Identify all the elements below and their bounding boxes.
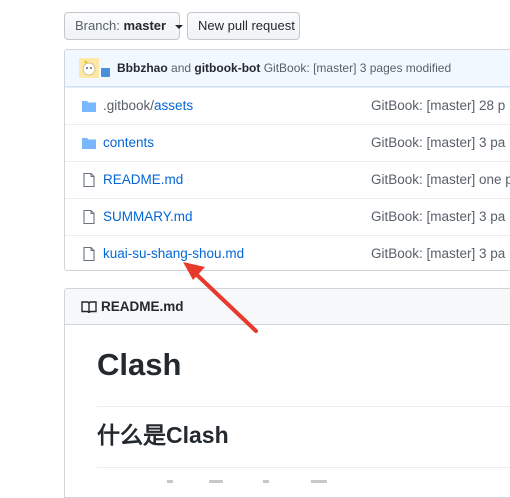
caret-down-icon xyxy=(174,24,183,29)
heading-divider xyxy=(97,406,510,407)
file-icon xyxy=(83,172,95,188)
user-avatar[interactable] xyxy=(79,58,99,78)
folder-icon xyxy=(82,138,96,149)
file-icon xyxy=(83,209,95,225)
file-row[interactable]: contents GitBook: [master] 3 pa xyxy=(65,124,510,161)
file-row[interactable]: .gitbook/assets GitBook: [master] 28 p xyxy=(65,87,510,124)
file-commit-message[interactable]: GitBook: [master] one p xyxy=(371,162,510,198)
file-commit-message[interactable]: GitBook: [master] 3 pa xyxy=(371,125,505,161)
file-name-link[interactable]: SUMMARY.md xyxy=(103,199,193,235)
readme-subheading: 什么是Clash xyxy=(97,422,229,448)
latest-commit-bar: Bbbzhao and gitbook-bot GitBook: [master… xyxy=(65,50,510,87)
bot-avatar[interactable] xyxy=(101,68,110,77)
readme-heading: Clash xyxy=(97,347,182,382)
file-name-link[interactable]: .gitbook/assets xyxy=(103,88,193,124)
new-pull-request-button[interactable]: New pull request xyxy=(187,12,300,40)
file-commit-message[interactable]: GitBook: [master] 28 p xyxy=(371,88,505,124)
file-row[interactable]: kuai-su-shang-shou.md GitBook: [master] … xyxy=(65,235,510,270)
file-name-link[interactable]: kuai-su-shang-shou.md xyxy=(103,236,244,270)
file-name-link[interactable]: README.md xyxy=(103,162,183,198)
book-icon xyxy=(81,301,97,314)
file-row[interactable]: SUMMARY.md GitBook: [master] 3 pa xyxy=(65,198,510,235)
file-list: Bbbzhao and gitbook-bot GitBook: [master… xyxy=(64,49,510,271)
readme-title: README.md xyxy=(101,299,184,314)
file-icon xyxy=(83,246,95,262)
branch-value: master xyxy=(123,18,167,33)
file-name[interactable]: assets xyxy=(154,98,193,113)
commit-and-text: and xyxy=(171,61,192,75)
faded-text-fragment xyxy=(167,480,327,483)
file-path-prefix: .gitbook/ xyxy=(103,98,155,113)
commit-author-link[interactable]: Bbbzhao xyxy=(117,61,168,75)
folder-icon xyxy=(82,101,96,112)
file-row[interactable]: README.md GitBook: [master] one p xyxy=(65,161,510,198)
commit-message-link[interactable]: GitBook: [master] 3 pages modified xyxy=(264,61,451,75)
file-name-link[interactable]: contents xyxy=(103,125,154,161)
readme-header: README.md xyxy=(65,289,510,325)
readme-panel: README.md Clash 什么是Clash xyxy=(64,288,510,498)
subheading-divider xyxy=(97,467,510,468)
file-commit-message[interactable]: GitBook: [master] 3 pa xyxy=(371,199,505,235)
file-commit-message[interactable]: GitBook: [master] 3 pa xyxy=(371,236,505,270)
commit-coauthor-link[interactable]: gitbook-bot xyxy=(194,61,260,75)
commit-text: Bbbzhao and gitbook-bot GitBook: [master… xyxy=(117,50,451,86)
branch-select-button[interactable]: Branch: master xyxy=(64,12,183,40)
branch-label: Branch: xyxy=(75,18,120,33)
